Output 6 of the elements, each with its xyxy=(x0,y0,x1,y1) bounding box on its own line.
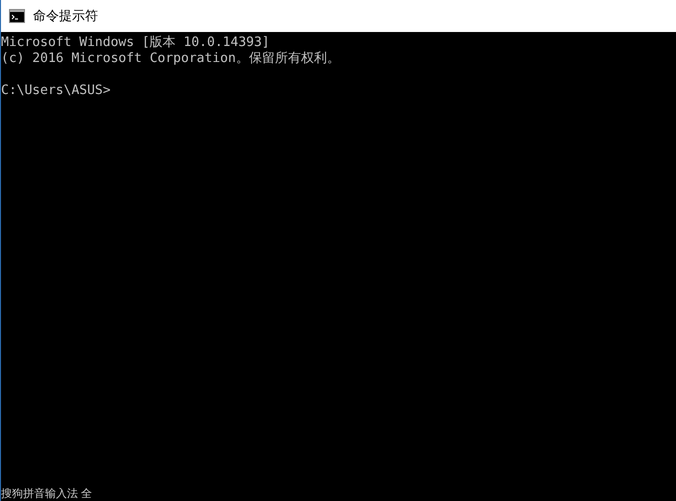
ime-status-text: 搜狗拼音输入法 全 xyxy=(1,487,92,501)
console-line: Microsoft Windows [版本 10.0.14393] xyxy=(1,35,271,51)
console-line: (c) 2016 Microsoft Corporation。保留所有权利。 xyxy=(1,51,341,67)
window-title: 命令提示符 xyxy=(33,7,98,26)
console-icon xyxy=(9,9,25,23)
console-line: C:\Users\ASUS> xyxy=(1,83,112,99)
